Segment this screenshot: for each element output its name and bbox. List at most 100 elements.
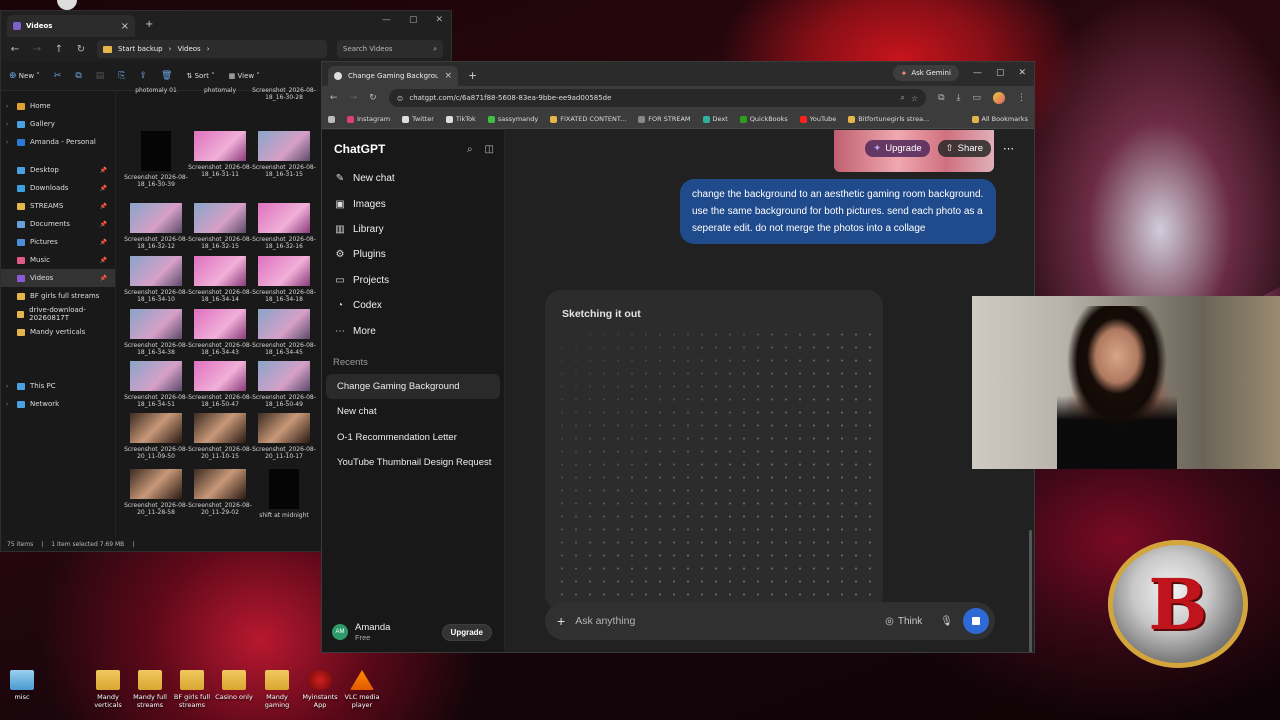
bookmark-instagram[interactable]: Instagram: [347, 115, 390, 123]
nav-item-gallery[interactable]: › Gallery: [1, 115, 115, 133]
view-button[interactable]: ▦ View ˅: [229, 72, 260, 80]
breadcrumb[interactable]: Start backup › Videos ›: [97, 40, 327, 58]
bookmark-sassymandy[interactable]: sassymandy: [487, 115, 538, 123]
desktop-icon-bf-girls-full-streams[interactable]: BF girls full streams: [170, 670, 214, 709]
nav-item-mandy-verticals[interactable]: Mandy verticals: [1, 323, 115, 341]
file-thumbnail[interactable]: Screenshot_2026-08-18_16-32-16: [252, 203, 316, 250]
delete-icon[interactable]: 🗑: [161, 71, 172, 81]
prompt-input[interactable]: Ask anything: [575, 615, 875, 627]
desktop-icon-misc[interactable]: misc: [0, 670, 44, 701]
bookmark-for-stream[interactable]: FOR STREAM: [638, 115, 691, 123]
file-thumbnail[interactable]: Screenshot_2026-08-18_16-50-49: [252, 361, 316, 408]
close-icon[interactable]: ✕: [435, 15, 443, 25]
ask-gemini-button[interactable]: ✦ Ask Gemini: [892, 65, 959, 81]
minimize-icon[interactable]: —: [973, 68, 982, 78]
rename-icon[interactable]: ⎘: [118, 71, 125, 81]
new-tab-icon[interactable]: +: [145, 19, 153, 30]
sidebar-item-codex[interactable]: ◔ Codex: [322, 293, 504, 318]
bookmark-blank[interactable]: [328, 115, 335, 123]
file-thumbnail[interactable]: Screenshot_2026-08-18_16-34-43: [188, 309, 252, 356]
file-thumbnail[interactable]: Screenshot_2026-08-18_16-30-28: [252, 87, 316, 101]
desktop-icon-mandy-full-streams[interactable]: Mandy full streams: [128, 670, 172, 709]
sidebar-item-plugins[interactable]: ⚙ Plugins: [322, 242, 504, 267]
nav-item-downloads[interactable]: Downloads 📌: [1, 179, 115, 197]
expand-chevron-icon[interactable]: ›: [6, 121, 8, 128]
sidebar-item-new-chat[interactable]: ✎ New chat: [322, 166, 504, 191]
sidebar-item-images[interactable]: ▣ Images: [322, 191, 504, 216]
desktop-icon-casino-only[interactable]: Casino only: [212, 670, 256, 701]
file-thumbnail[interactable]: Screenshot_2026-08-18_16-31-11: [188, 131, 252, 178]
forward-arrow-icon[interactable]: →: [31, 44, 43, 55]
nav-item-amanda-personal[interactable]: › Amanda - Personal: [1, 133, 115, 151]
share-icon[interactable]: ⇪: [140, 71, 148, 81]
file-thumbnail[interactable]: Screenshot_2026-08-20_11-29-02: [188, 469, 252, 516]
more-options-icon[interactable]: ⋯: [999, 142, 1018, 155]
upgrade-button[interactable]: ✦ Upgrade: [865, 140, 930, 157]
bookmark-dext[interactable]: Dext: [702, 115, 728, 123]
nav-item-desktop[interactable]: Desktop 📌: [1, 161, 115, 179]
extensions-icon[interactable]: ⧉: [938, 93, 944, 103]
explorer-tab[interactable]: Videos ×: [7, 15, 135, 37]
address-bar[interactable]: ⊜ chatgpt.com/c/6a871f88-5608-83ea-9bbe-…: [388, 89, 927, 107]
file-thumbnail[interactable]: Screenshot_2026-08-18_16-34-38: [124, 309, 188, 356]
sidebar-toggle-icon[interactable]: ◫: [485, 144, 494, 155]
share-button[interactable]: ⇧ Share: [937, 140, 991, 157]
file-thumbnail[interactable]: Screenshot_2026-08-20_11-10-17: [252, 413, 316, 460]
file-thumbnail[interactable]: shift at midnight: [252, 469, 316, 519]
nav-item-this-pc[interactable]: › This PC: [1, 377, 115, 395]
nav-item-bf-girls-full-streams[interactable]: BF girls full streams: [1, 287, 115, 305]
copy-icon[interactable]: ⧉: [75, 71, 81, 81]
close-icon[interactable]: ✕: [1018, 68, 1026, 78]
file-thumbnail[interactable]: Screenshot_2026-08-18_16-32-12: [124, 203, 188, 250]
file-thumbnail[interactable]: Screenshot_2026-08-18_16-30-39: [124, 131, 188, 188]
file-thumbnail[interactable]: Screenshot_2026-08-20_11-28-58: [124, 469, 188, 516]
add-attachment-icon[interactable]: +: [557, 613, 565, 629]
maximize-icon[interactable]: ▢: [409, 15, 418, 25]
expand-chevron-icon[interactable]: ›: [6, 139, 8, 146]
bookmark-twitter[interactable]: Twitter: [402, 115, 434, 123]
desktop-icon-mandy-gaming[interactable]: Mandy gaming: [255, 670, 299, 709]
file-thumbnail[interactable]: Screenshot_2026-08-18_16-32-15: [188, 203, 252, 250]
file-thumbnail[interactable]: Screenshot_2026-08-18_16-34-10: [124, 256, 188, 303]
breadcrumb-videos[interactable]: Videos: [177, 45, 200, 53]
new-button[interactable]: ⊕ New ˅: [9, 71, 40, 81]
file-thumbnail[interactable]: Screenshot_2026-08-18_16-34-14: [188, 256, 252, 303]
recent-chat-item[interactable]: New chat: [326, 399, 500, 424]
sidebar-item-library[interactable]: ▥ Library: [322, 217, 504, 242]
split-view-icon[interactable]: ▭: [972, 93, 981, 103]
file-thumbnail[interactable]: Screenshot_2026-08-18_16-50-47: [188, 361, 252, 408]
file-thumbnail[interactable]: photomaly 01: [124, 87, 188, 94]
forward-arrow-icon[interactable]: →: [350, 93, 358, 103]
nav-item-home[interactable]: › Home: [1, 97, 115, 115]
nav-item-documents[interactable]: Documents 📌: [1, 215, 115, 233]
nav-item-streams[interactable]: STREAMS 📌: [1, 197, 115, 215]
bookmark-tiktok[interactable]: TikTok: [445, 115, 476, 123]
expand-chevron-icon[interactable]: ›: [6, 401, 8, 408]
bookmark-youtube[interactable]: YouTube: [799, 115, 836, 123]
sidebar-item-more[interactable]: ⋯ More: [322, 318, 504, 343]
desktop-icon-mandy-verticals[interactable]: Mandy verticals: [86, 670, 130, 709]
cut-icon[interactable]: ✂: [54, 71, 62, 81]
microphone-icon[interactable]: 🎙: [940, 616, 953, 627]
profile-avatar[interactable]: [993, 92, 1005, 104]
bookmark-fixated-content[interactable]: FIXATED CONTENT...: [550, 115, 626, 123]
reload-icon[interactable]: ↻: [369, 93, 377, 103]
new-tab-icon[interactable]: +: [468, 69, 477, 82]
nav-item-music[interactable]: Music 📌: [1, 251, 115, 269]
file-thumbnail[interactable]: Screenshot_2026-08-18_16-34-18: [252, 256, 316, 303]
search-input[interactable]: Search Videos ⌕: [337, 40, 443, 58]
recent-chat-item[interactable]: O-1 Recommendation Letter: [326, 425, 500, 450]
back-arrow-icon[interactable]: ←: [9, 44, 21, 55]
chrome-menu-icon[interactable]: ⋮: [1017, 93, 1026, 103]
maximize-icon[interactable]: ▢: [996, 68, 1005, 78]
up-arrow-icon[interactable]: ↑: [53, 44, 65, 55]
user-profile[interactable]: AM Amanda Free Upgrade: [332, 622, 492, 642]
file-thumbnail[interactable]: Screenshot_2026-08-18_16-34-51: [124, 361, 188, 408]
paste-icon[interactable]: ▤: [96, 71, 105, 81]
close-tab-icon[interactable]: ×: [444, 71, 452, 81]
download-icon[interactable]: ⤓: [957, 93, 961, 103]
file-thumbnail[interactable]: Screenshot_2026-08-18_16-31-15: [252, 131, 316, 178]
file-thumbnail[interactable]: Screenshot_2026-08-18_16-34-45: [252, 309, 316, 356]
bookmark-quickbooks[interactable]: QuickBooks: [739, 115, 788, 123]
chatgpt-logo[interactable]: ChatGPT: [334, 142, 455, 156]
